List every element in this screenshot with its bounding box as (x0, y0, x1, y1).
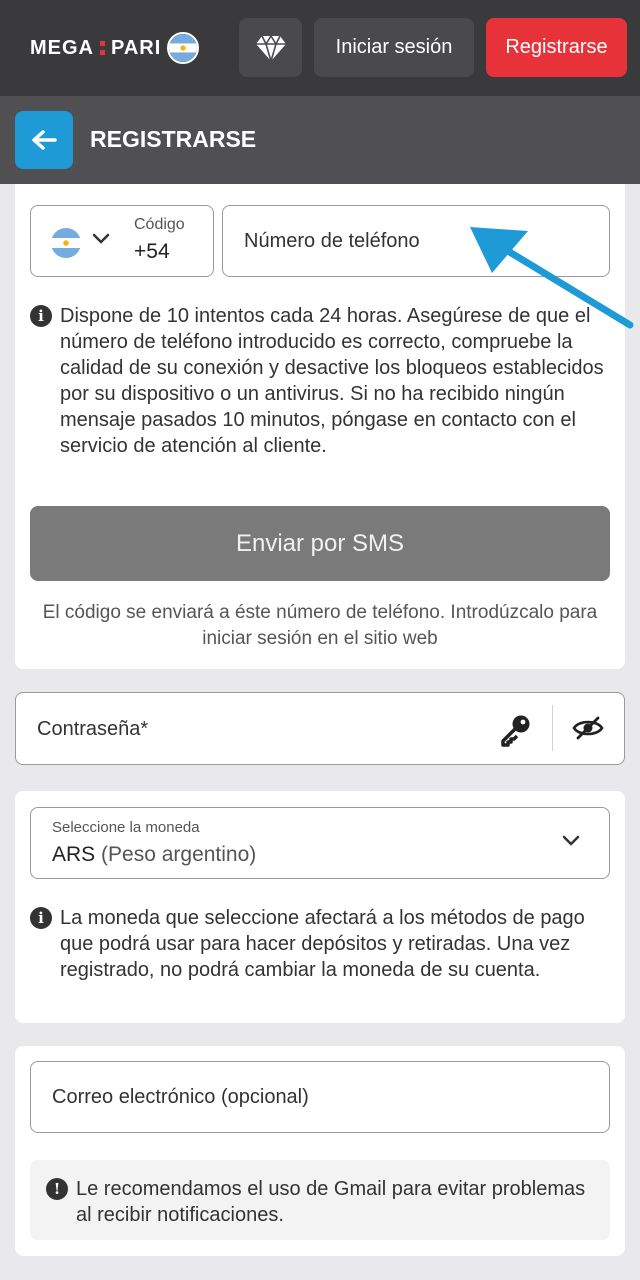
email-card: Correo electrónico (opcional) ! Le recom… (15, 1046, 625, 1256)
currency-select[interactable]: Seleccione la moneda ARS (Peso argentino… (30, 807, 610, 879)
currency-info: i La moneda que seleccione afectará a lo… (30, 905, 610, 983)
send-sms-button[interactable]: Enviar por SMS (30, 506, 610, 581)
country-code-label: Código (134, 216, 185, 233)
eye-hidden-icon[interactable] (572, 715, 604, 741)
password-divider (552, 705, 553, 751)
currency-code: ARS (52, 843, 96, 866)
argentina-flag-icon (51, 228, 81, 258)
back-button[interactable] (15, 111, 73, 169)
password-placeholder: Contraseña* (37, 718, 149, 740)
currency-name: (Peso argentino) (101, 843, 257, 866)
page-title: REGISTRARSE (90, 126, 257, 152)
country-code-value: +54 (134, 240, 170, 263)
logo-separator (100, 41, 105, 55)
login-button[interactable]: Iniciar sesión (314, 18, 474, 77)
gmail-recommendation: ! Le recomendamos el uso de Gmail para e… (30, 1160, 610, 1240)
chevron-down-icon (562, 835, 580, 846)
logo-text-right: PARI (111, 36, 162, 59)
info-icon: i (30, 907, 52, 929)
diamond-icon (255, 33, 286, 62)
arrow-left-icon (32, 130, 57, 150)
country-code-selector[interactable]: Código +54 (30, 205, 214, 277)
currency-value: ARS (Peso argentino) (52, 843, 256, 867)
exclamation-icon: ! (46, 1178, 68, 1200)
gmail-recommendation-text: Le recomendamos el uso de Gmail para evi… (76, 1178, 586, 1226)
top-header: MEGA PARI Iniciar sesión Registrarse (0, 0, 640, 96)
pointer-arrow-icon (470, 227, 634, 329)
email-placeholder: Correo electrónico (opcional) (52, 1086, 309, 1108)
chevron-down-icon (92, 233, 110, 244)
password-input[interactable]: Contraseña* (15, 692, 625, 765)
register-button[interactable]: Registrarse (486, 18, 627, 77)
currency-card: Seleccione la moneda ARS (Peso argentino… (15, 791, 625, 1023)
phone-number-placeholder: Número de teléfono (244, 230, 420, 252)
email-input[interactable]: Correo electrónico (opcional) (30, 1061, 610, 1133)
info-icon: i (30, 305, 52, 327)
page-title-bar: REGISTRARSE (0, 96, 640, 184)
key-icon[interactable] (499, 713, 533, 747)
argentina-flag-icon (167, 32, 200, 64)
logo-text-left: MEGA (30, 36, 94, 59)
megapari-logo[interactable]: MEGA PARI (30, 32, 200, 64)
vip-diamond-button[interactable] (239, 18, 302, 77)
currency-label: Seleccione la moneda (52, 819, 200, 836)
currency-info-text: La moneda que seleccione afectará a los … (60, 907, 585, 981)
sms-note-text: El código se enviará a éste número de te… (42, 602, 598, 649)
